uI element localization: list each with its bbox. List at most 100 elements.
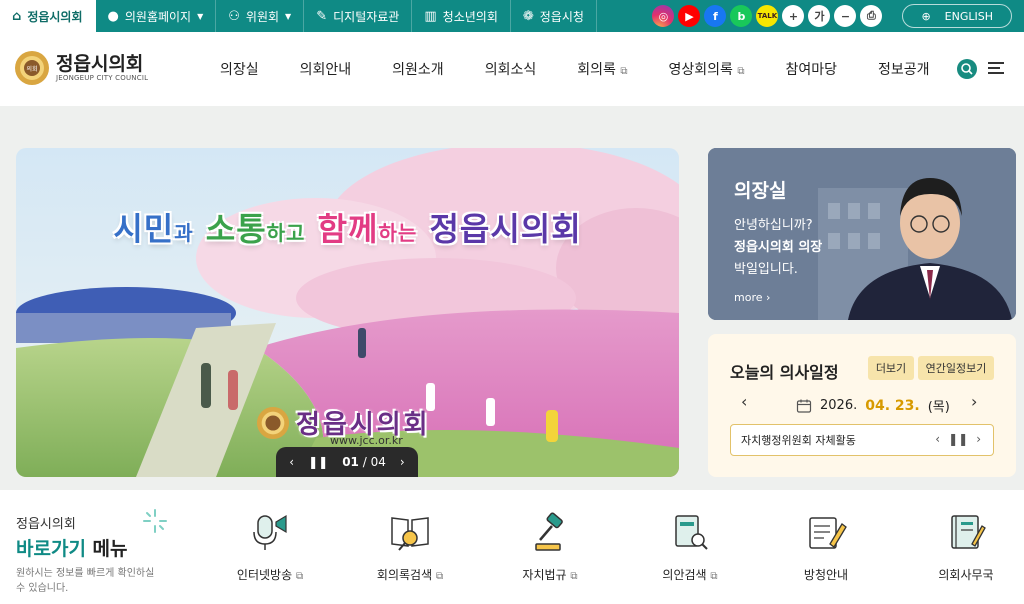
document-search-icon — [675, 515, 708, 550]
caret-down-icon: ▼ — [285, 11, 292, 21]
nav-participation[interactable]: 참여마당 — [785, 59, 858, 79]
hero-slider: 시민과 소통하고 함께하는 정읍시의회 정읍시의회 www.jcc.or.kr … — [16, 148, 679, 477]
social-links: ◎ ▶ f b TALK + 가 − ⎙ ⊕ ENGLISH — [652, 0, 1024, 32]
city-hall-icon: ❁ — [522, 8, 534, 24]
tab-label: 청소년의회 — [442, 9, 498, 24]
search-button[interactable] — [957, 59, 977, 79]
quick-menu-description: 원하시는 정보를 빠르게 확인하실 수 있습니다. — [16, 568, 155, 594]
hero-council-mark: 정읍시의회 www.jcc.or.kr — [256, 404, 431, 447]
slider-controls: ‹ ❚❚ 01 / 04 › — [276, 447, 418, 477]
nav-video-minutes[interactable]: 영상회의록 ⧉ — [668, 59, 765, 79]
slider-next-button[interactable]: › — [400, 455, 405, 469]
kakaotalk-icon[interactable]: TALK — [756, 5, 779, 27]
logo-subtitle: JEONGEUP CITY COUNCIL — [56, 74, 149, 82]
nav-members[interactable]: 의원소개 — [392, 59, 465, 79]
tab-label: 의원홈페이지 — [124, 9, 192, 24]
quick-bill-search[interactable]: 의안검색 ⧉ — [630, 510, 750, 583]
site-logo[interactable]: 의회 정읍시의회 JEONGEUP CITY COUNCIL — [14, 50, 148, 86]
external-link-icon: ⧉ — [435, 571, 444, 582]
sparkle-icon — [143, 509, 167, 533]
nav-minutes[interactable]: 회의록 ⧉ — [577, 59, 648, 79]
hero-slogan: 시민과 소통하고 함께하는 정읍시의회 — [113, 210, 582, 248]
microphone-icon — [253, 514, 287, 550]
slider-pause-button[interactable]: ❚❚ — [308, 455, 328, 469]
chairman-more-link[interactable]: more › — [734, 291, 770, 304]
external-link-icon: ⧉ — [570, 571, 578, 582]
external-link-icon: ⧉ — [710, 571, 718, 582]
chairman-greeting: 안녕하십니까? — [734, 218, 813, 233]
notebook-icon — [951, 515, 986, 549]
external-link-icon: ⧉ — [737, 66, 745, 77]
schedule-card: 오늘의 의사일정 더보기 연간일정보기 ‹ 2026. 04. 23. (목) … — [708, 334, 1016, 477]
nav-disclosure[interactable]: 정보공개 — [878, 59, 951, 79]
tab-label: 디지털자료관 — [333, 9, 400, 24]
font-size-reset-button[interactable]: 가 — [808, 5, 831, 27]
schedule-prev-icon[interactable]: ‹ — [935, 432, 940, 446]
council-emblem-icon — [256, 406, 290, 439]
tab-label: 위원회 — [245, 9, 280, 24]
tab-council-home[interactable]: ⌂ 정읍시의회 — [0, 0, 96, 32]
print-icon[interactable]: ⎙ — [860, 5, 883, 27]
tab-committee[interactable]: ⚇ 위원회 ▼ — [216, 0, 305, 32]
youtube-icon[interactable]: ▶ — [678, 5, 701, 27]
pen-icon: ✎ — [316, 8, 328, 24]
group-icon: ⚇ — [228, 8, 240, 24]
top-utility-bar: ⌂ 정읍시의회 ● 의원홈페이지 ▼ ⚇ 위원회 ▼ ✎ 디지털자료관 ▥ 청소… — [0, 0, 1024, 32]
svg-text:의회: 의회 — [26, 65, 37, 73]
external-link-icon: ⧉ — [620, 66, 628, 77]
zoom-out-button[interactable]: − — [834, 5, 857, 27]
globe-icon: ⊕ — [921, 9, 931, 23]
annual-schedule-button[interactable]: 연간일정보기 — [918, 356, 994, 380]
nav-council-guide[interactable]: 의회안내 — [300, 59, 373, 79]
schedule-title: 오늘의 의사일정 — [730, 363, 839, 382]
chevron-right-icon: › — [766, 291, 771, 304]
chairman-title: 의장실 — [734, 180, 787, 202]
quick-menu-label: 정읍시의회 — [16, 517, 76, 532]
slider-prev-button[interactable]: ‹ — [289, 455, 294, 469]
tab-member-homepage[interactable]: ● 의원홈페이지 ▼ — [96, 0, 217, 32]
schedule-item[interactable]: 자치행정위원회 자체활동 ‹ ❚❚ › — [730, 424, 994, 456]
slide-current: 01 — [342, 455, 359, 469]
next-day-button[interactable]: › — [971, 392, 977, 411]
quick-secretariat[interactable]: 의회사무국 — [906, 510, 1024, 583]
quick-menu-heading: 바로가기 메뉴 — [16, 538, 128, 560]
nav-news[interactable]: 의회소식 — [485, 59, 558, 79]
logo-title: 정읍시의회 — [56, 53, 144, 75]
tab-label: 정읍시의회 — [27, 9, 83, 24]
blog-icon[interactable]: b — [730, 5, 753, 27]
nav-chairman[interactable]: 의장실 — [220, 59, 280, 79]
person-icon: ● — [107, 8, 119, 24]
home-icon: ⌂ — [12, 8, 22, 24]
prev-day-button[interactable]: ‹ — [741, 392, 747, 411]
hamburger-menu-button[interactable] — [988, 62, 1004, 75]
search-icon — [961, 63, 973, 75]
calendar-icon — [796, 399, 812, 413]
facebook-icon[interactable]: f — [704, 5, 727, 27]
quick-minutes-search[interactable]: 회의록검색 ⧉ — [350, 510, 470, 583]
tab-label: 정읍시청 — [539, 9, 584, 24]
main-nav: 의장실 의회안내 의원소개 의회소식 회의록 ⧉ 영상회의록 ⧉ 참여마당 정보… — [220, 32, 971, 106]
quick-internet-broadcast[interactable]: 인터넷방송 ⧉ — [210, 510, 330, 583]
quick-gallery-guide[interactable]: 방청안내 — [766, 510, 886, 583]
schedule-more-button[interactable]: 더보기 — [868, 356, 914, 380]
schedule-next-icon[interactable]: › — [976, 432, 981, 446]
quick-local-laws[interactable]: 자치법규 ⧉ — [490, 510, 610, 583]
chairman-card[interactable]: 의장실 안녕하십니까? 정읍시의회 의장 박일입니다. more › — [708, 148, 1016, 320]
schedule-pause-icon[interactable]: ❚❚ — [948, 432, 968, 446]
zoom-in-button[interactable]: + — [782, 5, 805, 27]
instagram-icon[interactable]: ◎ — [652, 5, 675, 27]
book-icon: ▥ — [424, 8, 437, 24]
council-emblem-icon: 의회 — [15, 51, 49, 85]
notepad-pen-icon — [809, 517, 847, 549]
chairman-role: 정읍시의회 의장 — [734, 240, 823, 255]
chairman-name: 박일입니다. — [734, 262, 798, 277]
main-header: 의회 정읍시의회 JEONGEUP CITY COUNCIL 의장실 의회안내 … — [0, 32, 1024, 106]
gavel-icon — [535, 512, 563, 551]
tab-youth-council[interactable]: ▥ 청소년의회 — [412, 0, 511, 32]
tab-digital-archive[interactable]: ✎ 디지털자료관 — [304, 0, 413, 32]
english-site-button[interactable]: ⊕ ENGLISH — [902, 4, 1012, 28]
book-search-icon — [391, 517, 429, 551]
external-link-icon: ⧉ — [295, 571, 304, 582]
schedule-date: 2026. 04. 23. (목) — [796, 396, 950, 415]
tab-city-hall[interactable]: ❁ 정읍시청 — [511, 0, 597, 32]
